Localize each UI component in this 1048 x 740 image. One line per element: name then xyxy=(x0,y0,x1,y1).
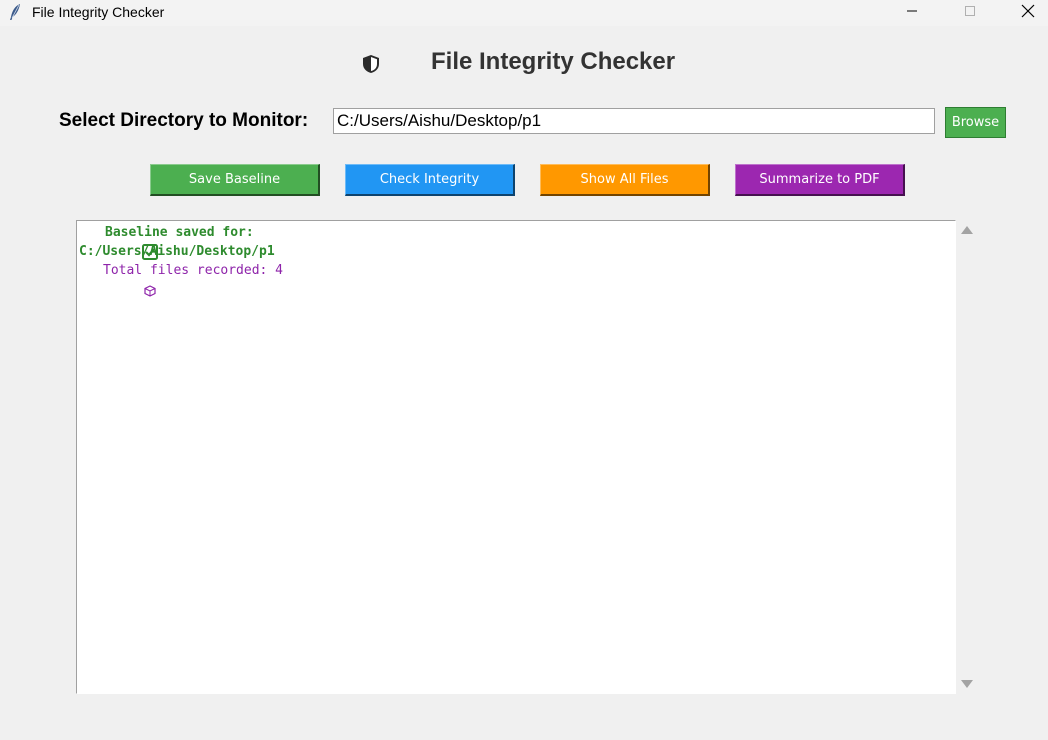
close-icon xyxy=(1021,4,1035,23)
log-line-text: Baseline saved for: xyxy=(105,225,254,240)
directory-label: Select Directory to Monitor: xyxy=(59,110,309,131)
save-baseline-button[interactable]: Save Baseline xyxy=(150,164,320,196)
package-icon xyxy=(81,265,156,297)
app-window: File Integrity Checker File Integrity Ch… xyxy=(0,0,1048,740)
close-button[interactable] xyxy=(1005,0,1048,26)
log-line: C:/Users/Aishu/Desktop/p1 xyxy=(79,242,955,261)
minimize-icon xyxy=(906,4,918,22)
browse-button[interactable]: Browse xyxy=(945,107,1006,138)
scroll-down-icon[interactable] xyxy=(961,680,973,688)
log-line-text: Total files recorded: 4 xyxy=(103,263,284,278)
vertical-scrollbar[interactable] xyxy=(957,220,977,694)
summarize-pdf-button[interactable]: Summarize to PDF xyxy=(735,164,905,196)
output-log[interactable]: Baseline saved for: C:/Users/Aishu/Deskt… xyxy=(76,220,956,694)
maximize-button[interactable] xyxy=(947,0,993,26)
log-line-text: C:/Users/Aishu/Desktop/p1 xyxy=(79,244,275,259)
log-line: Baseline saved for: xyxy=(79,223,955,260)
minimize-button[interactable] xyxy=(889,0,935,26)
scroll-up-icon[interactable] xyxy=(961,226,973,234)
shield-icon xyxy=(361,54,381,74)
maximize-icon xyxy=(964,4,976,22)
log-line: Total files recorded: 4 xyxy=(79,261,955,297)
check-integrity-button[interactable]: Check Integrity xyxy=(345,164,515,196)
feather-icon xyxy=(8,3,22,21)
check-box-icon xyxy=(79,225,158,260)
directory-input[interactable] xyxy=(333,108,935,134)
page-title: File Integrity Checker xyxy=(431,48,676,75)
title-bar: File Integrity Checker xyxy=(0,0,1048,26)
show-all-files-button[interactable]: Show All Files xyxy=(540,164,710,196)
window-title: File Integrity Checker xyxy=(32,4,165,20)
